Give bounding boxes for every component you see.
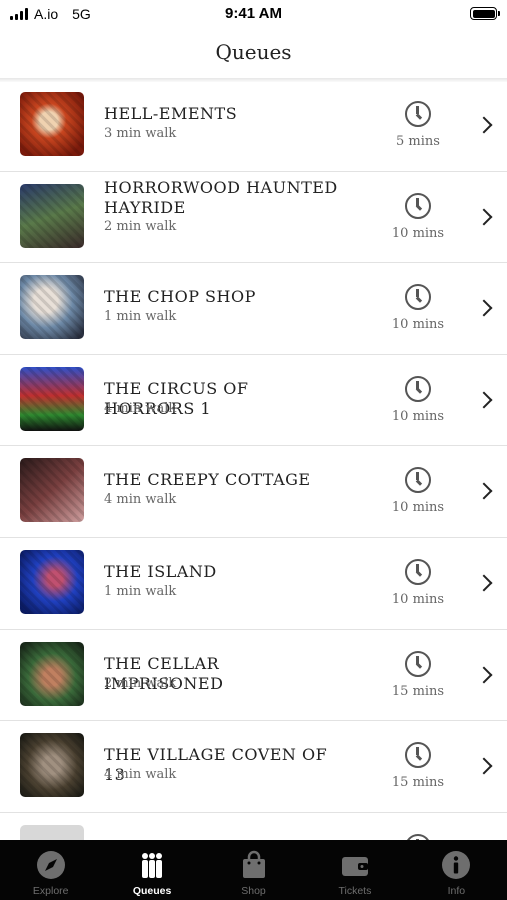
clock-icon <box>405 101 431 127</box>
shopping-bag-icon <box>242 850 265 878</box>
people-queue-icon <box>142 853 163 878</box>
walk-time: 4 min walk <box>104 767 177 783</box>
attraction-thumbnail <box>20 458 84 523</box>
tab-label: Info <box>447 885 466 897</box>
attraction-thumbnail <box>20 183 84 248</box>
walk-time: 3 min walk <box>104 126 177 141</box>
queue-row-the-circus-of-horrors[interactable]: THE CIRCUS OF HORRORS 1 4 min walk 10 mi… <box>0 355 507 447</box>
tab-shop[interactable]: Shop <box>203 840 304 900</box>
tab-bar: Explore Queues Shop Tickets Info <box>0 840 507 900</box>
attraction-name: THE ISLAND <box>104 561 217 581</box>
queue-row-the-chop-shop[interactable]: THE CHOP SHOP 1 min walk 10 mins <box>0 263 507 355</box>
clock-icon <box>405 650 431 677</box>
queue-row-horrorwood-haunted-hayride[interactable]: HORRORWOOD HAUNTED HAYRIDE 2 min walk 10… <box>0 172 507 264</box>
clock-icon <box>405 375 431 402</box>
attraction-thumbnail <box>20 92 84 156</box>
wait-time: 10 mins <box>391 591 445 607</box>
chevron-right-icon <box>475 116 493 134</box>
chevron-right-icon <box>475 391 493 409</box>
clock-icon <box>405 192 431 219</box>
attraction-thumbnail <box>20 733 84 798</box>
tab-queues[interactable]: Queues <box>101 840 202 900</box>
clock-icon <box>405 558 431 585</box>
attraction-thumbnail <box>20 275 84 340</box>
wait-time: 10 mins <box>391 500 445 516</box>
compass-icon <box>36 851 65 879</box>
tab-label: Explore <box>32 885 69 897</box>
wait-time: 5 mins <box>396 134 440 149</box>
clock-icon <box>405 284 431 311</box>
tab-label: Tickets <box>338 885 372 897</box>
wait-time: 15 mins <box>391 775 445 791</box>
battery-icon <box>470 7 500 20</box>
tab-explore[interactable]: Explore <box>0 840 101 900</box>
walk-time: 4 min walk <box>104 492 177 508</box>
page-title: Queues <box>215 40 292 64</box>
attraction-name: HORRORWOOD HAUNTED HAYRIDE <box>104 177 338 217</box>
attraction-name: THE CREEPY COTTAGE <box>104 470 311 490</box>
chevron-right-icon <box>475 574 493 592</box>
queue-row-the-village-coven-of-13[interactable]: THE VILLAGE COVEN OF 13 4 min walk 15 mi… <box>0 721 507 813</box>
attraction-thumbnail <box>20 366 84 431</box>
attraction-thumbnail <box>20 641 84 706</box>
queue-list: HELL-EMENTS 3 min walk 5 mins HORRORWOOD… <box>0 80 507 900</box>
queue-row-the-island[interactable]: THE ISLAND 1 min walk 10 mins <box>0 538 507 630</box>
walk-time: 2 min walk <box>104 675 177 691</box>
tab-info[interactable]: Info <box>406 840 507 900</box>
wait-time: 15 mins <box>391 683 445 699</box>
walk-time: 2 min walk <box>104 218 177 234</box>
chevron-right-icon <box>475 208 493 226</box>
queue-row-hell-ements[interactable]: HELL-EMENTS 3 min walk 5 mins <box>0 80 507 172</box>
walk-time: 1 min walk <box>104 309 177 325</box>
queue-row-the-cellar-imprisoned[interactable]: THE CELLAR IMPRISONED 2 min walk 15 mins <box>0 630 507 722</box>
wait-time: 10 mins <box>391 408 445 424</box>
walk-time: 4 min walk <box>104 400 177 416</box>
attraction-name: THE CHOP SHOP <box>104 287 256 307</box>
wait-time: 10 mins <box>391 317 445 333</box>
tab-label: Queues <box>132 885 172 897</box>
chevron-right-icon <box>475 757 493 775</box>
walk-time: 1 min walk <box>104 583 177 599</box>
status-time: 9:41 AM <box>225 5 282 22</box>
chevron-right-icon <box>475 666 493 684</box>
tab-tickets[interactable]: Tickets <box>304 840 405 900</box>
chevron-right-icon <box>475 482 493 500</box>
tab-label: Shop <box>241 885 266 897</box>
queue-row-the-creepy-cottage[interactable]: THE CREEPY COTTAGE 4 min walk 10 mins <box>0 446 507 538</box>
clock-icon <box>405 742 431 769</box>
status-bar: A.io 5G 9:41 AM <box>0 0 507 28</box>
attraction-thumbnail <box>20 549 84 614</box>
chevron-right-icon <box>475 299 493 317</box>
wallet-icon <box>341 857 368 876</box>
attraction-name: HELL-EMENTS <box>104 104 238 123</box>
clock-icon <box>405 467 431 494</box>
info-icon <box>442 851 471 879</box>
wait-time: 10 mins <box>391 225 445 241</box>
